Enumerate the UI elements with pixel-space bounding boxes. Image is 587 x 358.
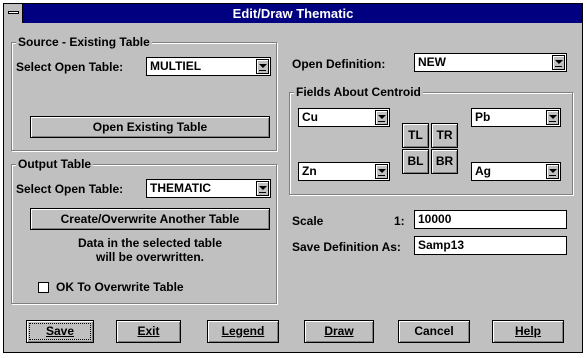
- centroid-bl-button[interactable]: BL: [402, 149, 429, 174]
- open-definition-value: NEW: [418, 55, 446, 69]
- output-table-select[interactable]: THEMATIC: [146, 179, 271, 198]
- draw-button[interactable]: Draw: [304, 320, 374, 343]
- window-title: Edit/Draw Thematic: [232, 6, 354, 21]
- overwrite-warning-line2: will be overwritten.: [95, 250, 205, 264]
- top-left-dropdown-arrow-icon[interactable]: [375, 110, 388, 125]
- system-menu-icon[interactable]: [4, 4, 23, 23]
- centroid-top-left-value: Cu: [302, 110, 318, 124]
- create-overwrite-table-button[interactable]: Create/Overwrite Another Table: [30, 208, 270, 230]
- title-bar: Edit/Draw Thematic: [4, 4, 582, 23]
- save-definition-value: Samp13: [418, 238, 465, 252]
- centroid-tl-button[interactable]: TL: [402, 123, 429, 148]
- draw-button-label: Draw: [324, 324, 354, 338]
- centroid-bottom-left-select[interactable]: Zn: [298, 162, 390, 181]
- exit-button[interactable]: Exit: [116, 320, 181, 343]
- bottom-right-dropdown-arrow-icon[interactable]: [546, 164, 559, 179]
- overwrite-warning-line1: Data in the selected table: [77, 236, 223, 250]
- scale-value: 10000: [418, 212, 452, 226]
- exit-button-label: Exit: [137, 324, 160, 338]
- centroid-tr-button[interactable]: TR: [431, 123, 458, 148]
- save-button-label: Save: [45, 324, 75, 338]
- source-select-label: Select Open Table:: [16, 60, 124, 74]
- source-table-value: MULTIEL: [150, 59, 202, 73]
- centroid-bottom-left-value: Zn: [302, 164, 317, 178]
- output-group-label: Output Table: [16, 157, 94, 171]
- scale-prefix: 1:: [394, 214, 405, 228]
- centroid-top-left-select[interactable]: Cu: [298, 108, 390, 127]
- save-definition-input[interactable]: Samp13: [414, 236, 567, 255]
- centroid-top-right-value: Pb: [475, 110, 491, 124]
- source-dropdown-arrow-icon[interactable]: [256, 59, 269, 74]
- save-button[interactable]: Save: [26, 320, 94, 343]
- scale-input[interactable]: 10000: [414, 210, 567, 229]
- output-select-label: Select Open Table:: [16, 182, 124, 196]
- help-button-label: Help: [514, 324, 541, 338]
- cancel-button-label: Cancel: [414, 324, 454, 338]
- centroid-br-button[interactable]: BR: [431, 149, 458, 174]
- open-existing-table-button[interactable]: Open Existing Table: [30, 116, 270, 138]
- help-button[interactable]: Help: [492, 320, 564, 343]
- legend-button-label: Legend: [221, 324, 265, 338]
- scale-label: Scale: [292, 214, 324, 228]
- centroid-top-right-select[interactable]: Pb: [471, 108, 561, 127]
- edit-draw-thematic-dialog: Edit/Draw Thematic Source - Existing Tab…: [3, 3, 583, 353]
- open-definition-select[interactable]: NEW: [414, 53, 567, 72]
- centroid-bottom-right-select[interactable]: Ag: [471, 162, 561, 181]
- save-definition-label: Save Definition As:: [292, 240, 401, 254]
- open-definition-label: Open Definition:: [292, 57, 386, 71]
- source-table-select[interactable]: MULTIEL: [146, 57, 271, 76]
- centroid-bottom-right-value: Ag: [475, 164, 491, 178]
- output-dropdown-arrow-icon[interactable]: [256, 181, 269, 196]
- ok-overwrite-label[interactable]: OK To Overwrite Table: [56, 280, 184, 294]
- cancel-button[interactable]: Cancel: [398, 320, 470, 343]
- ok-overwrite-checkbox[interactable]: [38, 282, 49, 293]
- top-right-dropdown-arrow-icon[interactable]: [546, 110, 559, 125]
- bottom-left-dropdown-arrow-icon[interactable]: [375, 164, 388, 179]
- legend-button[interactable]: Legend: [207, 320, 279, 343]
- output-table-value: THEMATIC: [150, 181, 212, 195]
- definition-dropdown-arrow-icon[interactable]: [552, 55, 565, 70]
- source-group-label: Source - Existing Table: [16, 35, 152, 49]
- centroid-group-label: Fields About Centroid: [294, 85, 423, 99]
